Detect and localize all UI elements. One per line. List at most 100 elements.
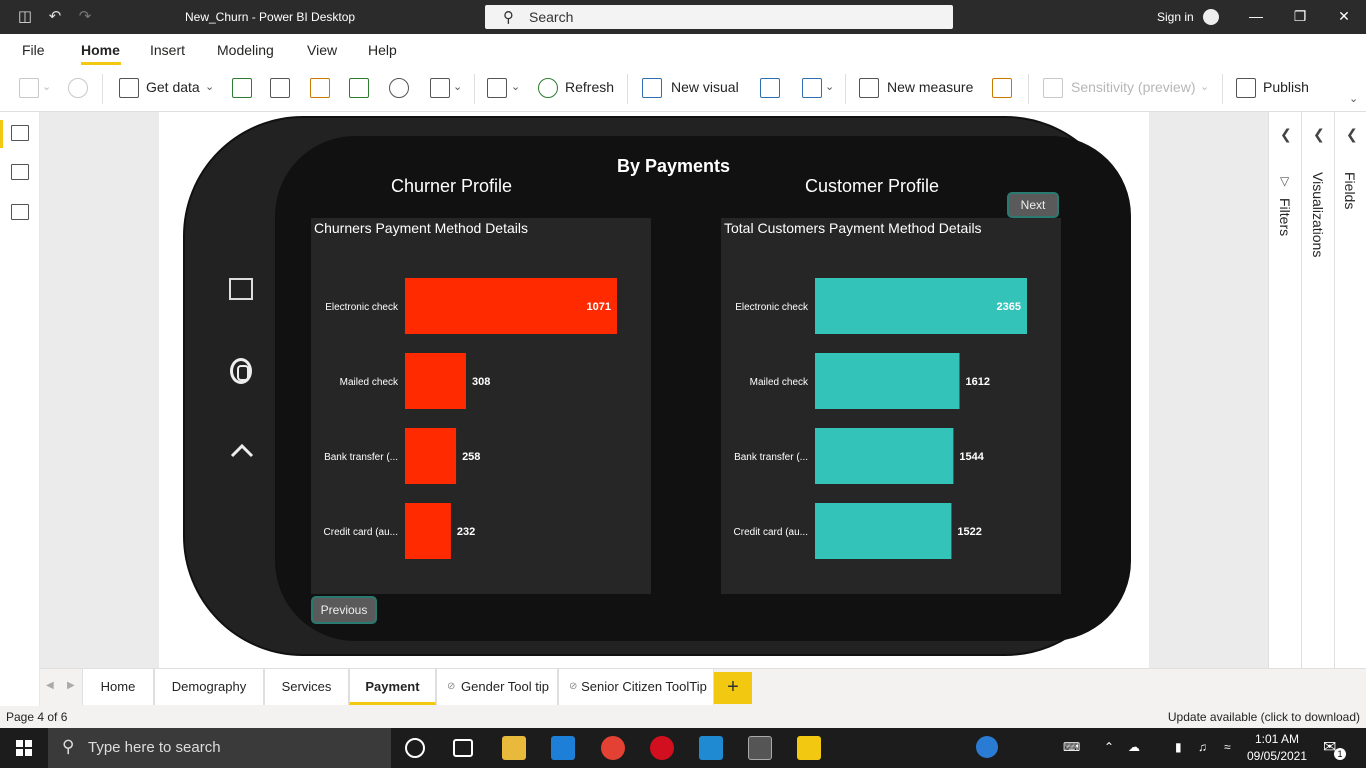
dataset-icon[interactable] — [270, 78, 290, 98]
menu-view[interactable]: View — [307, 42, 337, 58]
menu-help[interactable]: Help — [368, 42, 397, 58]
sign-in-link[interactable]: Sign in — [1157, 10, 1194, 24]
cortana-icon[interactable] — [405, 738, 425, 758]
get-data-icon[interactable] — [119, 78, 139, 98]
add-page-button[interactable]: + — [714, 672, 752, 704]
visualizations-pane[interactable]: ❮ Visualizations — [1302, 112, 1335, 668]
opera-icon[interactable] — [650, 736, 674, 760]
chrome-icon[interactable] — [601, 736, 625, 760]
bar[interactable] — [815, 428, 954, 484]
visualizations-label[interactable]: Visualizations — [1310, 172, 1326, 257]
tabs-prev-icon[interactable]: ◀ — [46, 680, 54, 691]
file-explorer-icon[interactable] — [502, 736, 526, 760]
menu-active-indicator — [81, 62, 121, 65]
new-measure-button[interactable]: New measure — [887, 79, 973, 95]
bar[interactable] — [815, 278, 1027, 334]
filters-label[interactable]: Filters — [1277, 198, 1293, 236]
dataverse-icon[interactable] — [389, 78, 409, 98]
fields-pane[interactable]: ❮ Fields — [1335, 112, 1366, 668]
bar[interactable] — [405, 353, 466, 409]
taskbar-search[interactable]: ⚲ Type here to search — [48, 728, 391, 768]
power-bi-icon[interactable] — [797, 736, 821, 760]
search-icon: ⚲ — [503, 9, 514, 26]
keyboard-icon[interactable]: ⌨ — [1063, 740, 1080, 754]
report-view-icon[interactable] — [11, 125, 29, 141]
filters-pane[interactable]: ❮ ▽ Filters — [1269, 112, 1302, 668]
network-icon[interactable]: ☁ — [1128, 740, 1140, 754]
recent-sources-caret-icon[interactable]: ⌄ — [453, 80, 462, 93]
restore-icon[interactable]: ❐ — [1290, 8, 1310, 26]
save-icon[interactable]: ◫ — [17, 9, 33, 25]
new-measure-icon[interactable] — [859, 78, 879, 98]
refresh-icon[interactable] — [538, 78, 558, 98]
publish-button[interactable]: Publish — [1263, 79, 1309, 95]
menu-modeling[interactable]: Modeling — [217, 42, 274, 58]
bar[interactable] — [405, 428, 457, 484]
ribbon-collapse-icon[interactable]: ⌄ — [1349, 92, 1358, 105]
mail-icon[interactable] — [551, 736, 575, 760]
excel-icon[interactable] — [232, 78, 252, 98]
previous-button[interactable]: Previous — [311, 596, 377, 624]
menu-home[interactable]: Home — [81, 42, 120, 58]
tab-demography[interactable]: Demography — [154, 669, 264, 705]
enter-data-icon[interactable] — [349, 78, 369, 98]
menu-file[interactable]: File — [22, 42, 45, 58]
bar[interactable] — [405, 503, 451, 559]
paste-icon[interactable] — [19, 78, 39, 98]
bar[interactable] — [815, 503, 952, 559]
tray-expand-icon[interactable]: ⌃ — [1104, 740, 1114, 754]
vscode-icon[interactable] — [699, 736, 723, 760]
tab-home[interactable]: Home — [82, 669, 154, 705]
recent-sources-icon[interactable] — [430, 78, 450, 98]
search-icon: ⚲ — [62, 737, 75, 756]
get-data-button[interactable]: Get data — [146, 79, 200, 95]
model-view-icon[interactable] — [11, 204, 29, 220]
paste-caret-icon[interactable]: ⌄ — [42, 80, 51, 93]
category-label: Credit card (au... — [734, 527, 808, 538]
text-box-icon[interactable] — [760, 78, 780, 98]
customers-payment-chart: Total Customers Payment Method Details E… — [721, 218, 1061, 594]
volume-icon[interactable]: ♫ — [1198, 740, 1207, 754]
visualizations-collapse-icon[interactable]: ❮ — [1313, 126, 1325, 143]
more-visuals-caret-icon[interactable]: ⌄ — [825, 80, 834, 93]
fields-collapse-icon[interactable]: ❮ — [1346, 126, 1358, 143]
tab-gender-tool-tip[interactable]: ⊘ Gender Tool tip — [436, 669, 558, 705]
help-icon[interactable] — [976, 736, 998, 758]
next-button[interactable]: Next — [1007, 192, 1059, 218]
battery-icon[interactable]: ▮ — [1175, 740, 1182, 754]
transform-data-icon[interactable] — [487, 78, 507, 98]
undo-icon[interactable]: ↶ — [47, 9, 63, 25]
category-label: Electronic check — [325, 302, 399, 313]
get-data-caret-icon[interactable]: ⌄ — [205, 80, 214, 93]
tab-services[interactable]: Services — [264, 669, 349, 705]
update-link[interactable]: Update available (click to download) — [1168, 710, 1360, 724]
new-visual-button[interactable]: New visual — [671, 79, 739, 95]
format-painter-icon[interactable] — [68, 78, 88, 98]
task-view-icon[interactable] — [453, 739, 473, 757]
avatar[interactable] — [1203, 9, 1219, 25]
publish-icon[interactable] — [1236, 78, 1256, 98]
search-box[interactable]: ⚲ Search — [485, 5, 953, 29]
new-visual-icon[interactable] — [642, 78, 662, 98]
bar[interactable] — [815, 353, 960, 409]
tabs-next-icon[interactable]: ▶ — [67, 680, 75, 691]
bar[interactable] — [405, 278, 617, 334]
refresh-button[interactable]: Refresh — [565, 79, 614, 95]
more-visuals-icon[interactable] — [802, 78, 822, 98]
sql-icon[interactable] — [310, 78, 330, 98]
tab-payment[interactable]: Payment — [349, 669, 436, 705]
redo-icon[interactable]: ↷ — [77, 9, 93, 25]
fields-label[interactable]: Fields — [1342, 172, 1358, 209]
transform-caret-icon[interactable]: ⌄ — [511, 80, 520, 93]
quick-measure-icon[interactable] — [992, 78, 1012, 98]
tab-senior-citizen-tooltip[interactable]: ⊘ Senior Citizen ToolTip — [558, 669, 714, 705]
terminal-icon[interactable] — [748, 736, 772, 760]
close-icon[interactable]: ✕ — [1334, 8, 1354, 26]
filters-collapse-icon[interactable]: ❮ — [1280, 126, 1292, 143]
menu-insert[interactable]: Insert — [150, 42, 185, 58]
wifi-icon[interactable]: ≈ — [1224, 740, 1231, 754]
minimize-icon[interactable]: — — [1246, 8, 1266, 26]
windows-start-icon[interactable] — [16, 740, 32, 756]
clock[interactable]: 1:01 AM 09/05/2021 — [1246, 731, 1308, 765]
data-view-icon[interactable] — [11, 164, 29, 180]
